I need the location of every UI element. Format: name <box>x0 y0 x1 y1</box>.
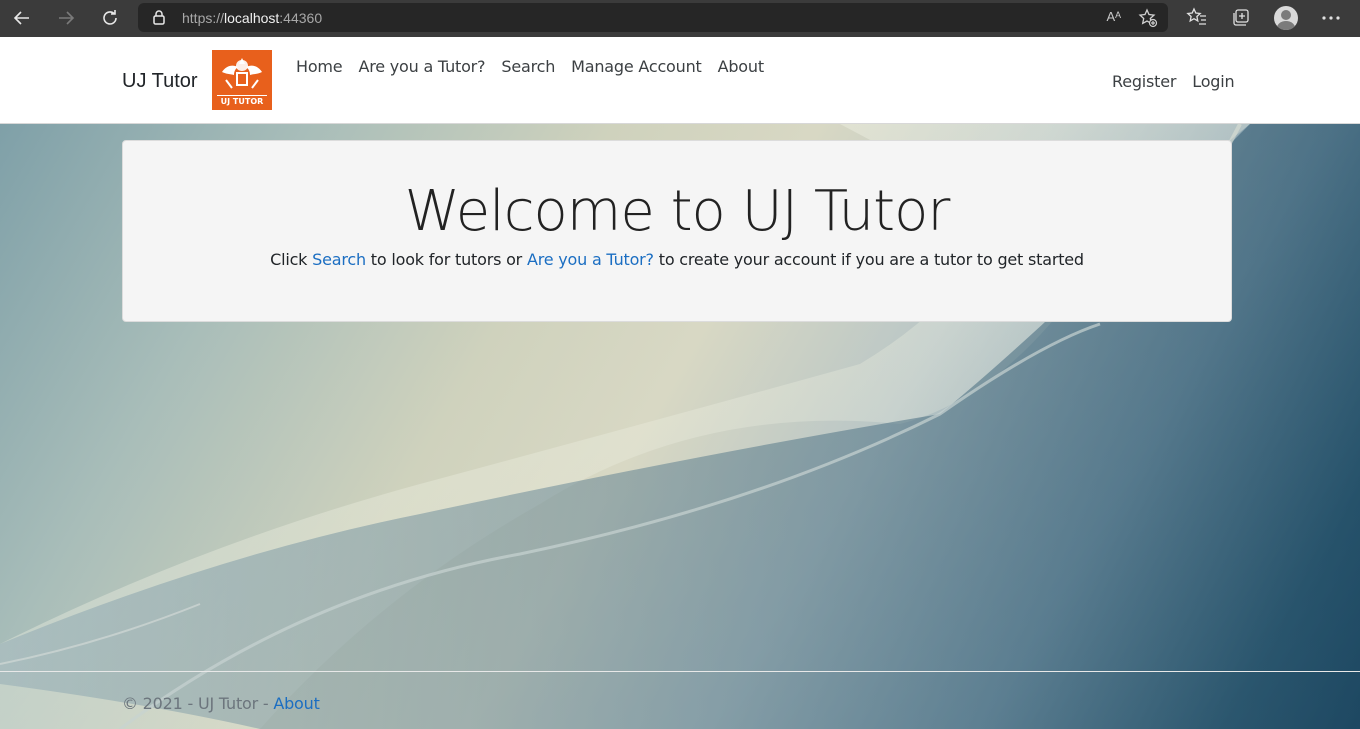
site-navbar: UJ Tutor UJ TUTOR Home Are you a Tutor? … <box>0 37 1360 124</box>
welcome-jumbotron: Welcome to UJ Tutor Click Search to look… <box>122 140 1232 322</box>
read-aloud-button[interactable]: Aᴬ <box>1106 9 1121 24</box>
login-link[interactable]: Login <box>1184 72 1242 91</box>
address-bar[interactable]: https://localhost:44360 Aᴬ <box>138 3 1168 32</box>
brand-link[interactable]: UJ Tutor <box>122 70 198 93</box>
footer-about-link[interactable]: About <box>273 694 320 713</box>
logo-text: UJ TUTOR <box>217 95 267 106</box>
nav-home[interactable]: Home <box>288 57 350 76</box>
profile-avatar[interactable] <box>1274 6 1298 30</box>
refresh-icon <box>103 10 117 25</box>
more-options-icon[interactable] <box>1320 8 1342 33</box>
url-host: localhost <box>224 10 280 26</box>
avatar-head <box>1281 10 1291 20</box>
back-button[interactable] <box>9 6 35 30</box>
are-you-a-tutor-link[interactable]: Are you a Tutor? <box>527 250 654 269</box>
refresh-button[interactable] <box>97 6 123 30</box>
main-nav: Home Are you a Tutor? Search Manage Acco… <box>288 57 772 76</box>
page-title: Welcome to UJ Tutor <box>404 179 951 244</box>
intro-text-2: to look for tutors or <box>365 250 527 269</box>
nav-are-you-a-tutor[interactable]: Are you a Tutor? <box>350 57 493 76</box>
favorites-icon[interactable] <box>1186 6 1208 33</box>
nav-search[interactable]: Search <box>493 57 563 76</box>
site-footer: © 2021 - UJ Tutor - About <box>0 671 1360 729</box>
intro-text-3: to create your account if you are a tuto… <box>653 250 1084 269</box>
avatar-body <box>1277 21 1295 30</box>
url-port: :44360 <box>279 10 323 26</box>
register-link[interactable]: Register <box>1104 72 1184 91</box>
intro-text-1: Click <box>270 250 313 269</box>
add-favorite-icon[interactable] <box>1138 8 1158 33</box>
auth-nav: Register Login <box>1104 72 1242 91</box>
logo-emblem-icon <box>222 58 262 89</box>
forward-arrow-icon <box>59 11 75 25</box>
uj-tutor-logo[interactable]: UJ TUTOR <box>212 50 272 110</box>
nav-about[interactable]: About <box>710 57 772 76</box>
intro-text: Click Search to look for tutors or Are y… <box>123 250 1231 269</box>
collections-icon[interactable] <box>1230 6 1252 33</box>
footer-text: © 2021 - UJ Tutor - About <box>122 694 320 713</box>
lock-icon <box>152 9 166 30</box>
browser-toolbar: https://localhost:44360 Aᴬ <box>0 0 1360 37</box>
url-scheme: https:// <box>182 10 225 26</box>
nav-manage-account[interactable]: Manage Account <box>563 57 709 76</box>
copyright-text: © 2021 - UJ Tutor - <box>122 694 274 713</box>
back-arrow-icon <box>13 11 29 25</box>
forward-button[interactable] <box>53 6 79 30</box>
url-text: https://localhost:44360 <box>182 10 322 26</box>
search-link[interactable]: Search <box>312 250 366 269</box>
